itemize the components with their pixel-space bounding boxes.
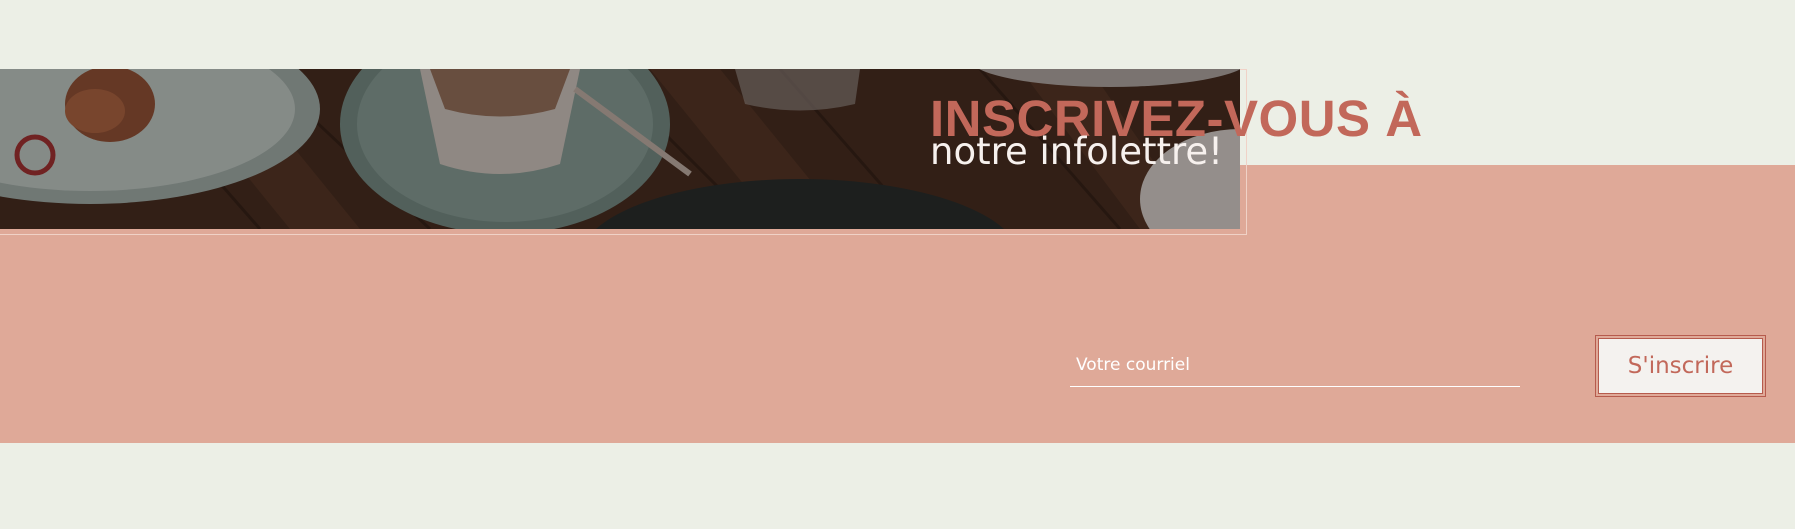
newsletter-subheadline: notre infolettre! [930,130,1223,173]
subscribe-button[interactable]: S'inscrire [1598,338,1763,394]
newsletter-section: INSCRIVEZ-VOUS À notre infolettre! S'ins… [0,0,1795,529]
email-field[interactable] [1070,346,1520,384]
email-field-container [1070,346,1520,387]
